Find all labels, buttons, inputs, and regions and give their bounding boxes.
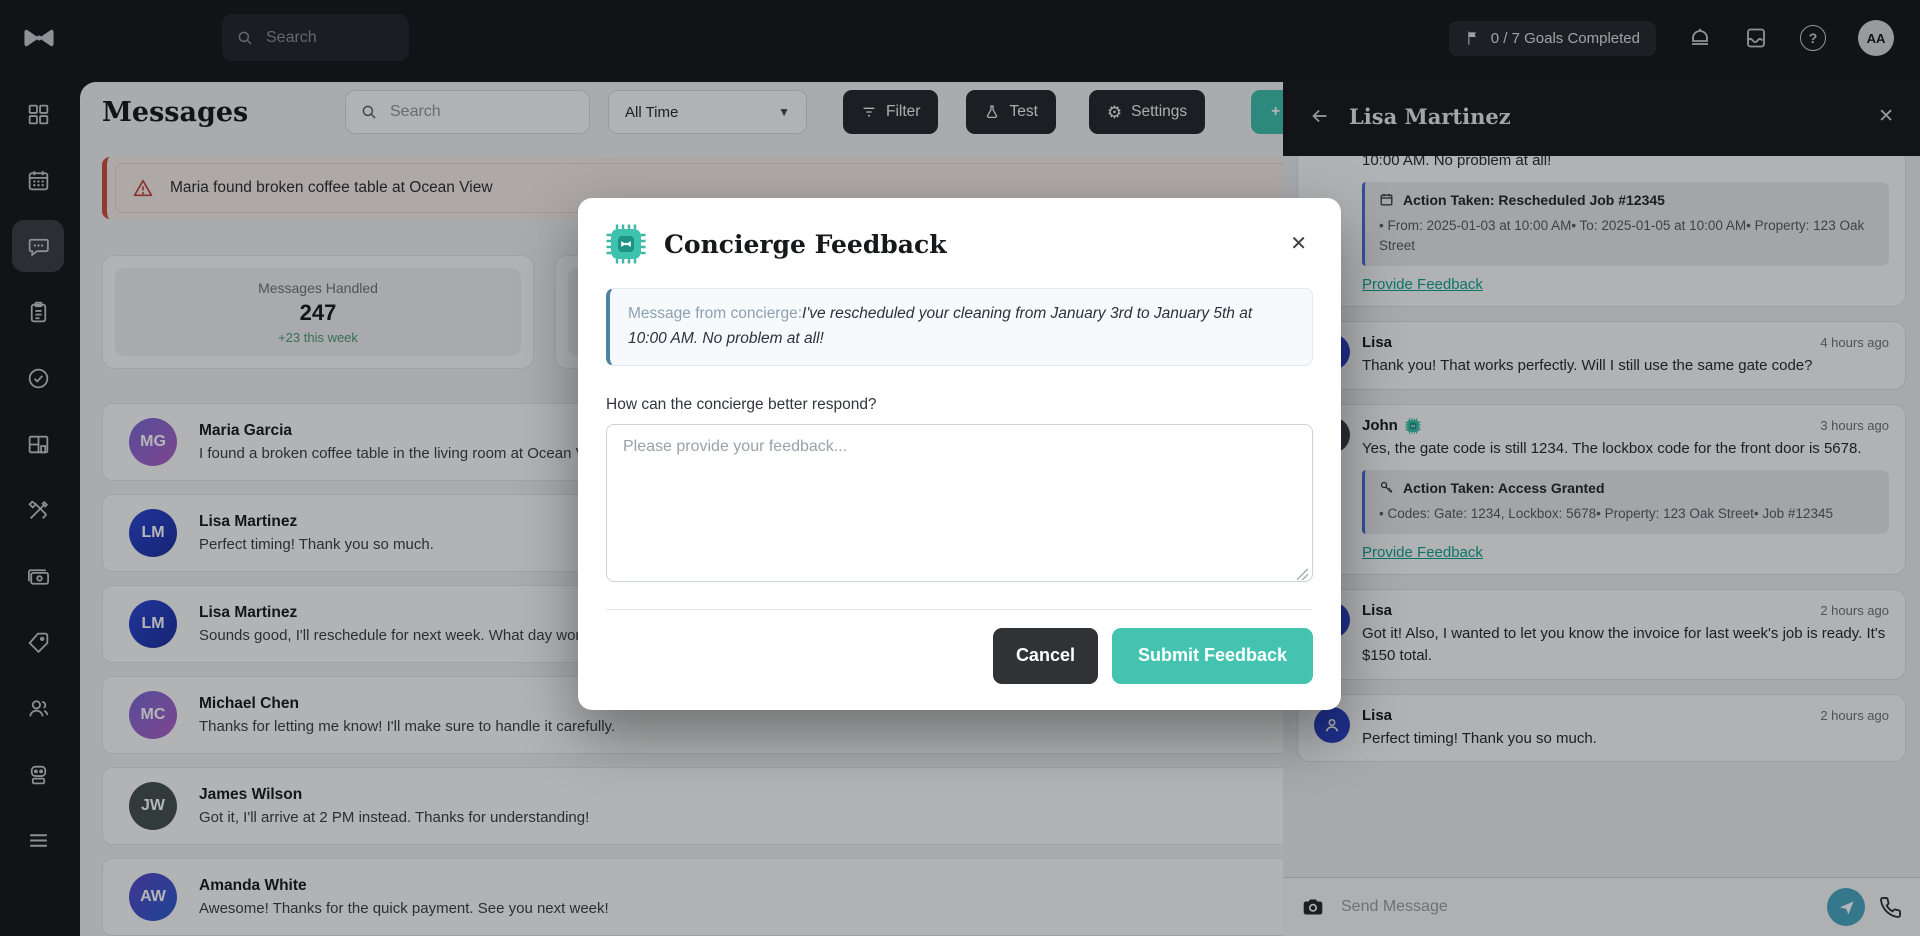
concierge-chip-icon (606, 224, 646, 264)
concierge-message-box: Message from concierge:I've rescheduled … (606, 288, 1313, 366)
modal-footer: Cancel Submit Feedback (606, 609, 1313, 684)
close-icon[interactable]: ✕ (1284, 233, 1313, 255)
modal-title: Concierge Feedback (664, 230, 947, 259)
concierge-message-label: Message from concierge: (628, 305, 802, 322)
submit-feedback-button[interactable]: Submit Feedback (1112, 628, 1313, 684)
app-root: 0 / 7 Goals Completed ? AA Messages (0, 0, 1920, 936)
cancel-button[interactable]: Cancel (993, 628, 1098, 684)
modal-header: Concierge Feedback ✕ (606, 224, 1313, 264)
feedback-field-wrap (606, 424, 1313, 587)
concierge-feedback-modal: Concierge Feedback ✕ Message from concie… (578, 198, 1341, 710)
feedback-question: How can the concierge better respond? (606, 396, 1313, 414)
feedback-textarea[interactable] (606, 424, 1313, 582)
resize-handle[interactable] (1297, 569, 1308, 580)
